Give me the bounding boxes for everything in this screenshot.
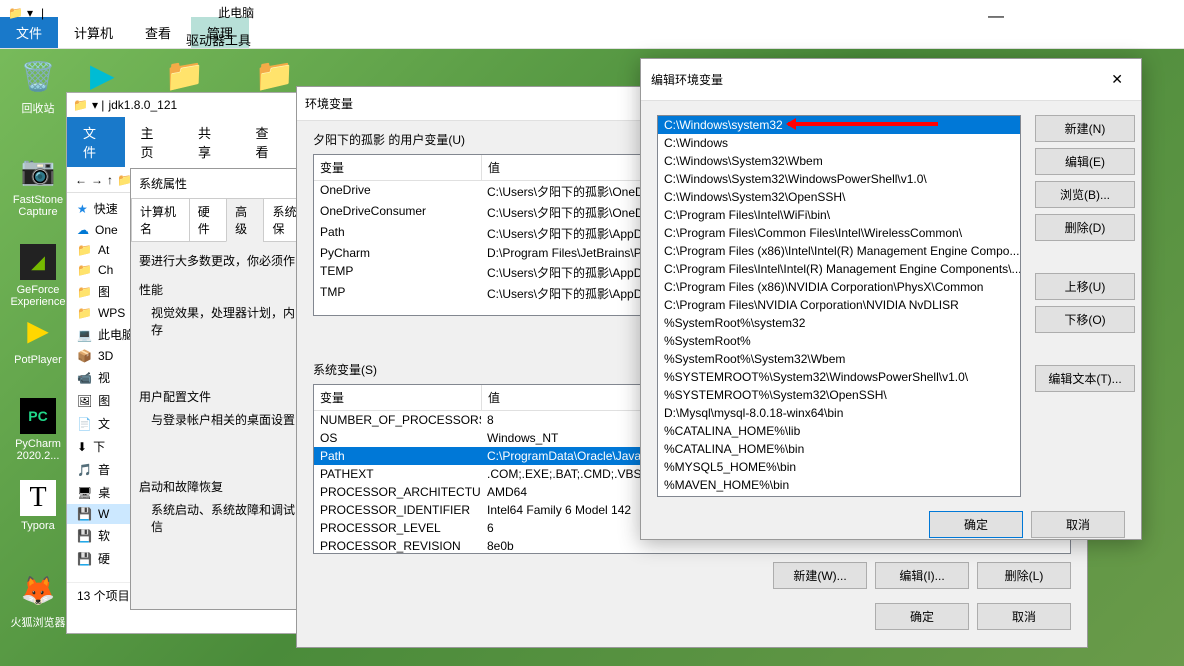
tab-computername[interactable]: 计算机名 — [131, 198, 190, 242]
tab-file[interactable]: 文件 — [0, 17, 58, 48]
folder-icon: 📁 — [73, 98, 88, 112]
new-button[interactable]: 新建(N) — [1035, 115, 1135, 142]
dialog-title: 系统属性 — [131, 169, 311, 198]
folder-icon[interactable]: 📁 — [254, 56, 294, 94]
tab-share[interactable]: 共享 — [182, 117, 240, 167]
dialog-title: 编辑环境变量 — [651, 71, 723, 88]
list-item[interactable]: C:\Windows — [658, 134, 1020, 152]
list-item[interactable]: D:\Mysql\mysql-8.0.18-winx64\bin — [658, 404, 1020, 422]
list-item[interactable]: %MYSQL5_HOME%\bin — [658, 458, 1020, 476]
tab-hardware[interactable]: 硬件 — [189, 198, 227, 242]
tab-drivetools[interactable]: 驱动器工具 — [170, 24, 267, 55]
moveup-button[interactable]: 上移(U) — [1035, 273, 1135, 300]
desktop-icon-label: Typora — [8, 520, 68, 532]
list-item[interactable]: C:\Program Files (x86)\Intel\Intel(R) Ma… — [658, 242, 1020, 260]
desktop-icon-label: PotPlayer — [8, 354, 68, 366]
explorer-title-text: 此电脑 — [218, 4, 254, 21]
edit-env-variable-dialog: 编辑环境变量 ✕ C:\Windows\system32C:\WindowsC:… — [640, 58, 1142, 540]
list-item[interactable]: %SYSTEMROOT%\System32\WindowsPowerShell\… — [658, 368, 1020, 386]
desktop-folder-row: ▶ 📁 📁 — [90, 56, 294, 94]
profile-desc: 与登录帐户相关的桌面设置 — [139, 411, 303, 428]
perf-desc: 视觉效果，处理器计划，内存 — [139, 304, 303, 338]
desktop-icon-label: 火狐浏览器 — [8, 614, 68, 630]
list-item[interactable]: %SYSTEMROOT%\System32\OpenSSH\ — [658, 386, 1020, 404]
explorer-ribbon: 📁 ▾ | 此电脑 文件 计算机 查看 管理 驱动器工具 — — [0, 0, 1184, 49]
folder-icon: 📁 — [8, 6, 23, 20]
new-button[interactable]: 新建(W)... — [773, 562, 867, 589]
tab-view[interactable]: 查看 — [240, 117, 298, 167]
minimize-icon[interactable]: — — [988, 8, 1004, 26]
desktop-icon-label: FastStone Capture — [8, 194, 68, 218]
cancel-button[interactable]: 取消 — [977, 603, 1071, 630]
list-item[interactable]: %SystemRoot% — [658, 332, 1020, 350]
list-item[interactable]: %MAVEN_HOME%\bin — [658, 476, 1020, 494]
desktop-icon-potplayer[interactable]: ▶PotPlayer — [8, 310, 68, 366]
cancel-button[interactable]: 取消 — [1031, 511, 1125, 538]
list-item[interactable]: C:\Windows\System32\WindowsPowerShell\v1… — [658, 170, 1020, 188]
file-titlebar: 📁 ▾ | jdk1.8.0_121 — [67, 93, 297, 117]
tab-computer[interactable]: 计算机 — [58, 17, 129, 48]
list-item[interactable]: C:\Program Files\Intel\Intel(R) Manageme… — [658, 260, 1020, 278]
desktop-icon-pycharm[interactable]: PCPyCharm 2020.2... — [8, 398, 68, 462]
desktop-icon-recycle[interactable]: 🗑️回收站 — [8, 56, 68, 116]
delete-button[interactable]: 删除(D) — [1035, 214, 1135, 241]
desktop-icon-typora[interactable]: TTypora — [8, 480, 68, 532]
desktop-icon-label: 回收站 — [8, 100, 68, 116]
edit-button[interactable]: 编辑(E) — [1035, 148, 1135, 175]
desktop-icon-geforce[interactable]: ◢GeForce Experience — [8, 244, 68, 308]
annotation-arrow — [788, 122, 938, 130]
edittext-button[interactable]: 编辑文本(T)... — [1035, 365, 1135, 392]
explorer-title: 📁 ▾ | 此电脑 — [8, 4, 254, 21]
list-item[interactable]: %CATALINA_HOME%\lib — [658, 422, 1020, 440]
sysprops-tabs: 计算机名 硬件 高级 系统保 — [131, 198, 311, 242]
path-list[interactable]: C:\Windows\system32C:\WindowsC:\Windows\… — [657, 115, 1021, 497]
movedown-button[interactable]: 下移(O) — [1035, 306, 1135, 333]
list-item[interactable]: C:\Program Files\Intel\WiFi\bin\ — [658, 206, 1020, 224]
dropdown-icon[interactable]: ▾ | — [92, 98, 104, 112]
list-item[interactable]: C:\Windows\System32\Wbem — [658, 152, 1020, 170]
startup-heading: 启动和故障恢复 — [139, 478, 303, 495]
system-properties-dialog: 系统属性 计算机名 硬件 高级 系统保 要进行大多数更改，你必须作 性能 视觉效… — [130, 168, 312, 610]
col-var: 变量 — [314, 155, 482, 180]
list-item[interactable]: C:\Program Files (x86)\NVIDIA Corporatio… — [658, 278, 1020, 296]
desktop-icon-label: GeForce Experience — [8, 284, 68, 308]
ok-button[interactable]: 确定 — [875, 603, 969, 630]
close-icon[interactable]: ✕ — [1103, 67, 1131, 92]
tab-file[interactable]: 文件 — [67, 117, 125, 167]
sysprops-note: 要进行大多数更改，你必须作 — [139, 252, 303, 269]
up-icon[interactable]: ↑ — [107, 173, 113, 187]
list-item[interactable]: %JAVA_HOME%\bin — [658, 494, 1020, 497]
profile-heading: 用户配置文件 — [139, 388, 303, 405]
back-icon[interactable]: ← — [75, 173, 87, 187]
browse-button[interactable]: 浏览(B)... — [1035, 181, 1135, 208]
list-item[interactable]: %SystemRoot%\system32 — [658, 314, 1020, 332]
ok-button[interactable]: 确定 — [929, 511, 1023, 538]
startup-desc: 系统启动、系统故障和调试信 — [139, 501, 303, 535]
list-item[interactable]: %SystemRoot%\System32\Wbem — [658, 350, 1020, 368]
desktop-icon-firefox[interactable]: 🦊火狐浏览器 — [8, 570, 68, 630]
file-title: jdk1.8.0_121 — [108, 98, 177, 112]
perf-heading: 性能 — [139, 281, 303, 298]
list-item[interactable]: %CATALINA_HOME%\bin — [658, 440, 1020, 458]
list-item[interactable]: C:\Program Files\NVIDIA Corporation\NVID… — [658, 296, 1020, 314]
tab-home[interactable]: 主页 — [125, 117, 183, 167]
folder-icon[interactable]: 📁 — [165, 56, 205, 94]
folder-icon[interactable]: ▶ — [90, 56, 115, 94]
desktop-icon-label: PyCharm 2020.2... — [8, 438, 68, 462]
down-icon[interactable]: ▾ — [27, 6, 33, 20]
desktop-icon-faststone[interactable]: 📷FastStone Capture — [8, 150, 68, 218]
col-var: 变量 — [314, 385, 482, 410]
forward-icon[interactable]: → — [91, 173, 103, 187]
list-item[interactable]: C:\Program Files\Common Files\Intel\Wire… — [658, 224, 1020, 242]
delete-button[interactable]: 删除(L) — [977, 562, 1071, 589]
tab-advanced[interactable]: 高级 — [226, 198, 264, 242]
list-item[interactable]: C:\Windows\System32\OpenSSH\ — [658, 188, 1020, 206]
edit-button[interactable]: 编辑(I)... — [875, 562, 969, 589]
